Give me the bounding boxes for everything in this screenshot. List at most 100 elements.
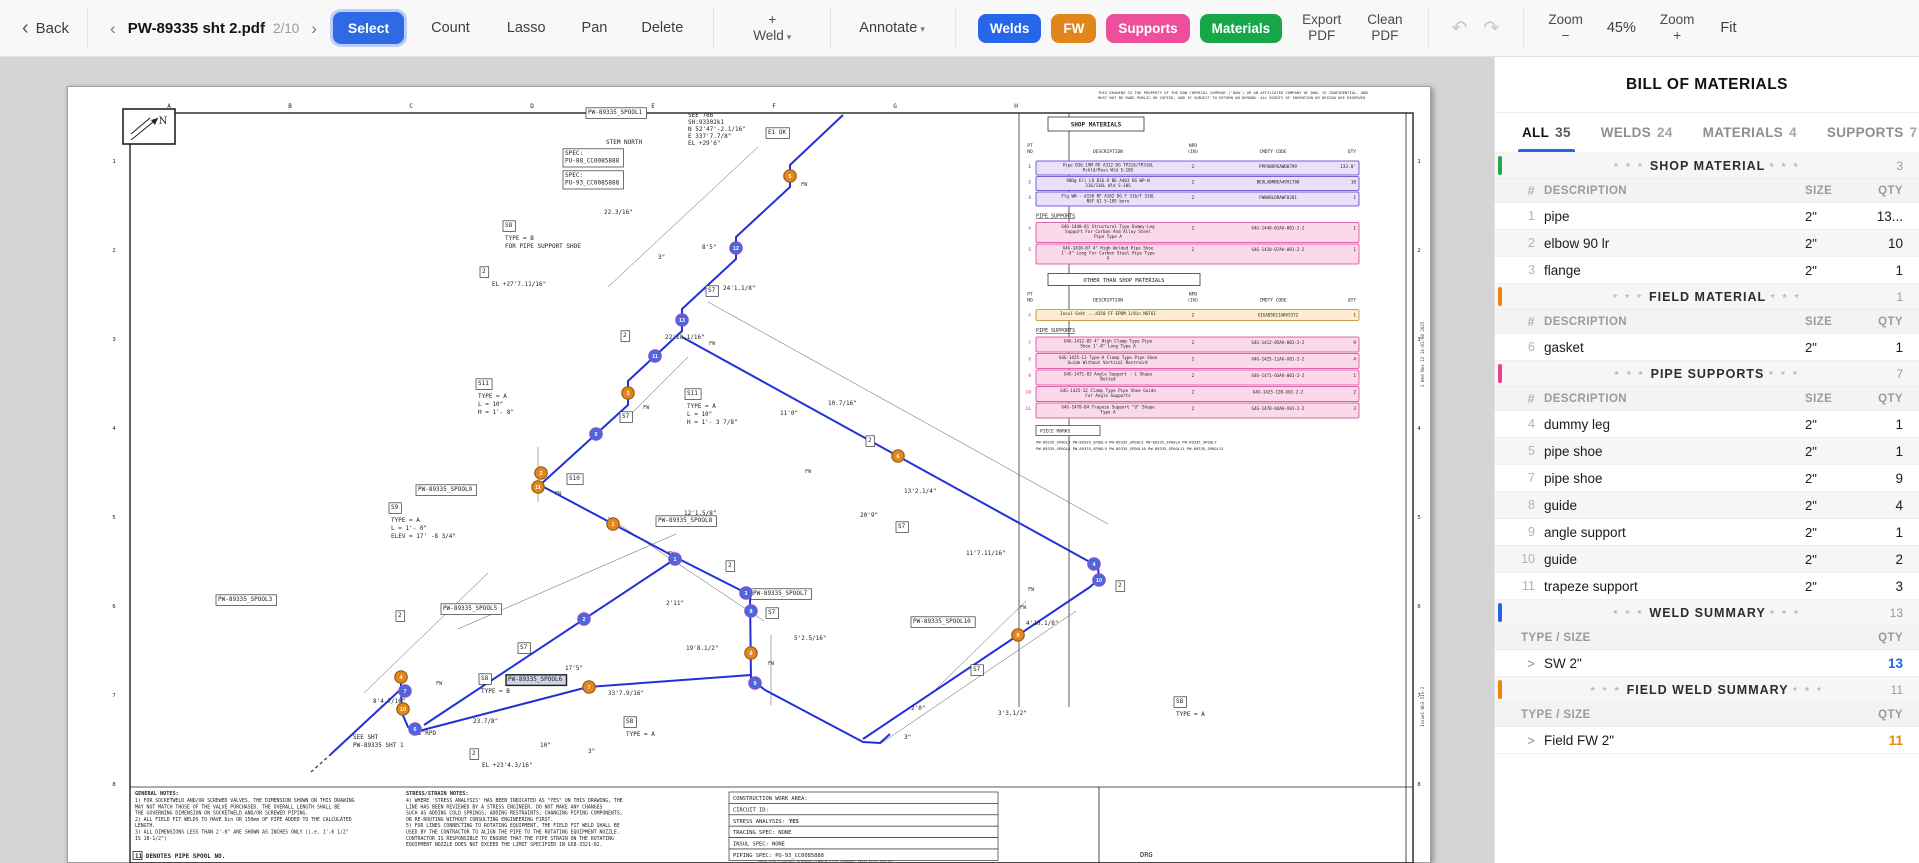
svg-text:N: N [159, 116, 168, 127]
column-header-row: TYPE / SIZEQTY [1495, 626, 1919, 650]
weld-summary-row[interactable]: >Field FW 2"11 [1495, 727, 1919, 754]
back-chevron-icon: ‹ [22, 18, 29, 38]
select-tool-button[interactable]: Select [333, 12, 404, 44]
svg-text:2: 2 [1192, 340, 1195, 346]
tag-text: S8 [505, 222, 513, 229]
column-header-row: #DESCRIPTIONSIZEQTY [1495, 179, 1919, 203]
dimension-label: 24'1.1/8" [723, 285, 756, 292]
svg-text:8: 8 [750, 651, 753, 657]
bom-item-row[interactable]: 7pipe shoe2"9 [1495, 465, 1919, 492]
isometric-drawing[interactable]: ABCDEFGH1122334455667788NTHIS DRAWING IS… [68, 87, 1432, 863]
tab-label: SUPPORTS [1827, 125, 1904, 140]
annotate-menu-button[interactable]: Annotate▾ [859, 20, 925, 36]
zoom-in-button[interactable]: Zoom + [1660, 12, 1695, 44]
next-page-button[interactable]: › [311, 20, 317, 37]
materials-toggle-button[interactable]: Materials [1200, 14, 1283, 43]
pdf-viewer[interactable]: ABCDEFGH1122334455667788NTHIS DRAWING IS… [0, 57, 1494, 863]
svg-text:1: 1 [674, 557, 677, 563]
bom-item-row[interactable]: 8guide2"4 [1495, 492, 1919, 519]
svg-text:STRESS/STRAIN NOTES:: STRESS/STRAIN NOTES: [406, 791, 468, 797]
svg-text:PW-89335_SPOOL3 PW-89335_SPOOL: PW-89335_SPOOL3 PW-89335_SPOOL4 PW-89335… [1036, 440, 1217, 445]
dimension-label: 4'10.1/8" [1026, 620, 1059, 627]
bom-item-row[interactable]: 6gasket2"1 [1495, 334, 1919, 361]
tab-count: 7 [1910, 125, 1918, 140]
dimension-label: SEE 786 [688, 112, 714, 119]
dimension-label: 3'3.1/2" [998, 710, 1027, 717]
bom-item-row[interactable]: 3flange2"1 [1495, 257, 1919, 284]
item-number: 7 [1495, 471, 1535, 485]
svg-text:3) ALL DIMENSIONS LESS THAN 2': 3) ALL DIMENSIONS LESS THAN 2'-0" ARE SH… [135, 830, 349, 836]
svg-text:CMDTY CODE: CMDTY CODE [1259, 149, 1286, 155]
svg-text:8: 8 [750, 609, 753, 615]
divider [1523, 9, 1524, 47]
summary-label: SW 2" [1544, 656, 1851, 671]
tab-all[interactable]: ALL35 [1522, 113, 1571, 152]
item-number: 1 [1495, 209, 1535, 223]
svg-text:2: 2 [1192, 373, 1195, 379]
bom-item-row[interactable]: 2elbow 90 lr2"10 [1495, 230, 1919, 257]
zoom-out-button[interactable]: Zoom − [1548, 12, 1583, 44]
bom-item-row[interactable]: 4dummy leg2"1 [1495, 411, 1919, 438]
pdf-page: ABCDEFGH1122334455667788NTHIS DRAWING IS… [67, 86, 1431, 863]
tag-text: S7 [622, 413, 630, 420]
col-description: DESCRIPTION [1544, 316, 1805, 328]
prev-page-button[interactable]: ‹ [110, 20, 116, 37]
svg-text:CIRCUIT ID:: CIRCUIT ID: [733, 807, 769, 813]
bom-item-row[interactable]: 5pipe shoe2"1 [1495, 438, 1919, 465]
svg-text:2: 2 [1192, 247, 1195, 253]
dimension-label: 3" [588, 748, 595, 755]
tag-text: PW-89335_SPOOL6 [508, 676, 563, 683]
item-number: 10 [1495, 552, 1535, 566]
back-button[interactable]: ‹ Back [22, 18, 69, 38]
item-description: pipe [1544, 209, 1805, 224]
item-qty: 13... [1851, 209, 1903, 224]
fit-button[interactable]: Fit [1720, 20, 1736, 36]
dimension-label: E 337'7.7/8" [688, 133, 731, 140]
svg-text:3: 3 [1353, 406, 1356, 412]
svg-text:OTHER THAN SHOP MATERIALS: OTHER THAN SHOP MATERIALS [1083, 278, 1164, 284]
tab-supports[interactable]: SUPPORTS 7 [1827, 113, 1917, 152]
tab-welds[interactable]: WELDS24 [1601, 113, 1673, 152]
svg-text:PIECE MARKS: PIECE MARKS [1040, 429, 1071, 435]
grid-number: 2 [1417, 248, 1420, 254]
undo-icon[interactable]: ↶ [1451, 17, 1467, 40]
add-weld-button[interactable]: + Weld▾ [742, 12, 802, 45]
fw-label: FW [436, 681, 443, 687]
svg-text:1: 1 [1353, 247, 1356, 253]
bom-item-row[interactable]: 9angle support2"1 [1495, 519, 1919, 546]
tag-text: 2 [1118, 582, 1122, 589]
tag-text: PW-89335_SPOOL9 [418, 486, 473, 493]
grid-number: 4 [112, 426, 116, 432]
section-color-bar [1498, 156, 1502, 175]
pipe-run [682, 337, 1088, 561]
construction-work-area-table [729, 792, 998, 860]
redo-icon[interactable]: ↷ [1483, 17, 1499, 40]
pan-tool-button[interactable]: Pan [582, 20, 608, 36]
svg-text:CONTRACTOR IS RESPONSIBLE TO E: CONTRACTOR IS RESPONSIBLE TO ENSURE THAT… [406, 836, 614, 842]
supports-toggle-button[interactable]: Supports [1106, 14, 1189, 43]
col-qty: QTY [1851, 709, 1903, 721]
bom-item-row[interactable]: 10guide2"2 [1495, 546, 1919, 573]
svg-text:Insul Gskt ...d150 FF EPDM 1/8: Insul Gskt ...d150 FF EPDM 1/8in NSF61 [1060, 311, 1156, 316]
bom-item-row[interactable]: 11trapeze support2"3 [1495, 573, 1919, 600]
col-qty: QTY [1851, 316, 1903, 328]
export-pdf-button[interactable]: Export PDF [1302, 12, 1341, 44]
section-header: * * * WELD SUMMARY * * *13 [1495, 600, 1919, 626]
bom-item-row[interactable]: 1pipe2"13... [1495, 203, 1919, 230]
item-description: guide [1544, 552, 1805, 567]
weld-summary-row[interactable]: >SW 2"13 [1495, 650, 1919, 677]
weld-label: Weld [753, 28, 784, 43]
delete-tool-button[interactable]: Delete [641, 20, 683, 36]
tab-materials[interactable]: MATERIALS4 [1703, 113, 1797, 152]
svg-text:MAY NOT MATCH THOSE OF THE VAL: MAY NOT MATCH THOSE OF THE VALVE PURCHAS… [135, 804, 340, 810]
clean-pdf-button[interactable]: Clean PDF [1367, 12, 1402, 44]
lasso-tool-button[interactable]: Lasso [507, 20, 546, 36]
fw-toggle-button[interactable]: FW [1051, 14, 1096, 43]
svg-text:G4G-1410-07AA-001-2-2: G4G-1410-07AA-001-2-2 [1252, 247, 1305, 252]
bom-title: BILL OF MATERIALS [1495, 57, 1919, 113]
svg-text:Pipe Type A: Pipe Type A [1094, 234, 1122, 239]
welds-toggle-button[interactable]: Welds [978, 14, 1042, 43]
chevron-down-icon: ▾ [787, 32, 792, 42]
count-tool-button[interactable]: Count [431, 20, 470, 36]
svg-text:8: 8 [1028, 357, 1031, 363]
